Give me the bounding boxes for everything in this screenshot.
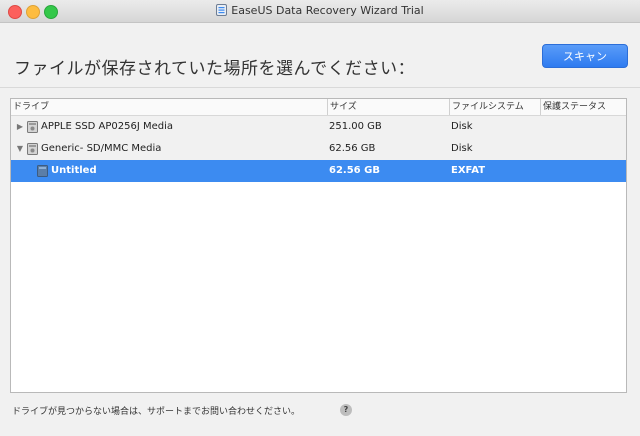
window-title: EaseUS Data Recovery Wizard Trial xyxy=(231,4,424,17)
disk-icon xyxy=(27,121,38,133)
page-heading: ファイルが保存されていた場所を選んでください： xyxy=(14,59,416,79)
drive-size: 62.56 GB xyxy=(329,143,376,154)
column-header-filesystem[interactable]: ファイルシステム xyxy=(449,99,540,115)
header-divider xyxy=(0,87,640,88)
drive-name: APPLE SSD AP0256J Media xyxy=(41,121,174,132)
drive-filesystem: Disk xyxy=(451,121,473,132)
volume-icon xyxy=(37,165,48,177)
drive-table: ドライブ サイズ ファイルシステム 保護ステータス ▶ APPLE SSD AP… xyxy=(10,98,627,393)
chevron-down-icon[interactable]: ▼ xyxy=(15,138,25,160)
column-header-size[interactable]: サイズ xyxy=(327,99,449,115)
window-title-wrap: EaseUS Data Recovery Wizard Trial xyxy=(0,3,640,19)
column-header-drive[interactable]: ドライブ xyxy=(11,99,327,115)
drive-filesystem: EXFAT xyxy=(451,165,486,176)
table-row[interactable]: ▶ APPLE SSD AP0256J Media 251.00 GB Disk xyxy=(11,116,626,138)
column-header-protection-status[interactable]: 保護ステータス xyxy=(540,99,626,115)
help-icon[interactable]: ? xyxy=(340,404,352,416)
main-content: ファイルが保存されていた場所を選んでください： スキャン ドライブ サイズ ファ… xyxy=(0,23,640,436)
table-row-selected[interactable]: Untitled 62.56 GB EXFAT xyxy=(11,160,626,182)
chevron-right-icon[interactable]: ▶ xyxy=(15,116,25,138)
scan-button[interactable]: スキャン xyxy=(542,44,628,68)
drive-name: Generic- SD/MMC Media xyxy=(41,143,162,154)
drive-size: 251.00 GB xyxy=(329,121,382,132)
title-bar: EaseUS Data Recovery Wizard Trial xyxy=(0,0,640,23)
drive-size: 62.56 GB xyxy=(329,165,380,176)
table-header: ドライブ サイズ ファイルシステム 保護ステータス xyxy=(11,99,626,116)
help-text: ドライブが見つからない場合は、サポートまでお問い合わせください。 xyxy=(12,407,301,417)
drive-name: Untitled xyxy=(51,165,97,176)
app-icon xyxy=(216,4,228,16)
disk-icon xyxy=(27,143,38,155)
drive-filesystem: Disk xyxy=(451,143,473,154)
table-row[interactable]: ▼ Generic- SD/MMC Media 62.56 GB Disk xyxy=(11,138,626,160)
